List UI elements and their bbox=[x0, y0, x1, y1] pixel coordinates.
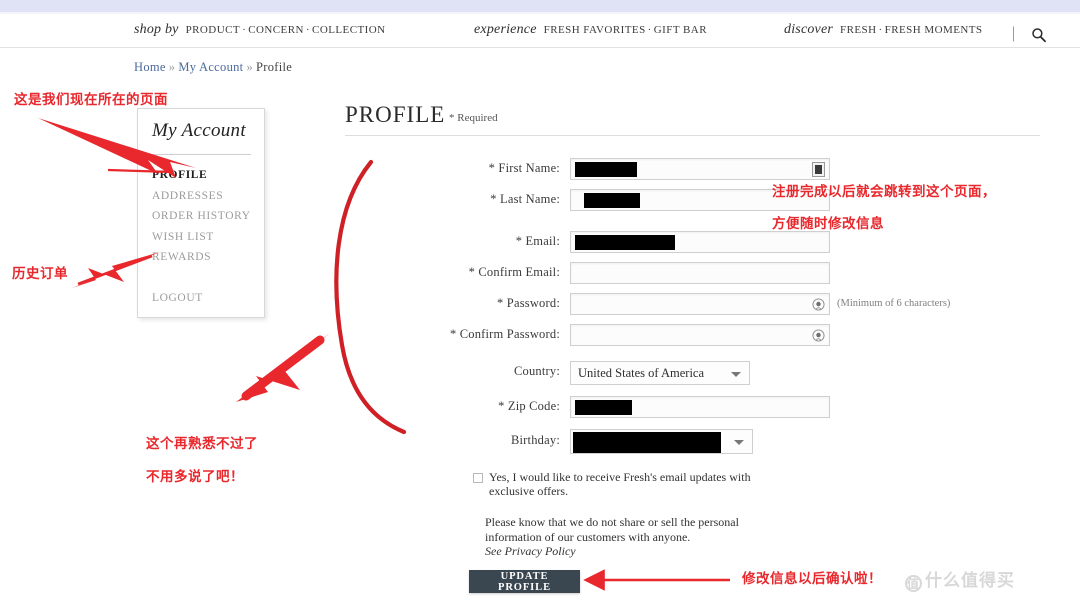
label-first-name: * First Name: bbox=[488, 161, 560, 175]
field-row-country: Country: United States of America bbox=[345, 361, 1045, 385]
nav-link-product[interactable]: PRODUCT bbox=[186, 24, 241, 36]
confirm-email-input[interactable] bbox=[570, 262, 830, 284]
field-row-zip-code: * Zip Code: bbox=[345, 396, 1045, 418]
redaction-bar bbox=[584, 193, 640, 208]
field-row-birthday: Birthday: bbox=[345, 429, 1045, 454]
first-name-input[interactable] bbox=[570, 158, 830, 180]
password-reveal-icon[interactable] bbox=[812, 328, 825, 343]
password-hint: (Minimum of 6 characters) bbox=[837, 298, 951, 309]
chevron-down-icon bbox=[734, 440, 744, 445]
site-header: shop by PRODUCT · CONCERN · COLLECTION experi… bbox=[0, 14, 1080, 48]
site-watermark: 值什么值得买 bbox=[905, 566, 1015, 592]
label-birthday: Birthday: bbox=[510, 433, 560, 447]
sidebar-item-order-history[interactable]: ORDER HISTORY bbox=[152, 206, 262, 227]
nav-separator: · bbox=[305, 24, 311, 36]
nav-link-gift-bar[interactable]: GIFT BAR bbox=[654, 24, 707, 36]
email-optin-checkbox[interactable] bbox=[473, 473, 483, 483]
sidebar-title: My Account bbox=[152, 120, 246, 141]
password-input[interactable] bbox=[570, 293, 830, 315]
password-reveal-icon[interactable] bbox=[812, 297, 825, 312]
annotation-current-page: 这是我们现在所在的页面 bbox=[14, 92, 168, 107]
update-profile-button[interactable]: UPDATE PROFILE bbox=[469, 570, 580, 593]
privacy-notice-text: Please know that we do not share or sell… bbox=[485, 515, 739, 544]
nav-script-shop-by: shop by bbox=[134, 22, 179, 37]
sidebar-item-rewards[interactable]: REWARDS bbox=[152, 247, 262, 268]
sidebar-item-logout[interactable]: LOGOUT bbox=[152, 288, 262, 309]
breadcrumb-separator: » bbox=[246, 60, 254, 74]
nav-separator: · bbox=[242, 24, 247, 36]
field-row-first-name: * First Name: bbox=[345, 158, 1045, 180]
nav-separator: · bbox=[878, 24, 883, 36]
zip-code-input[interactable] bbox=[570, 396, 830, 418]
label-confirm-email: * Confirm Email: bbox=[468, 265, 560, 279]
sidebar-menu: PROFILE ADDRESSES ORDER HISTORY WISH LIS… bbox=[152, 165, 262, 308]
redaction-bar bbox=[575, 400, 632, 415]
nav-group-shop-by: shop by PRODUCT · CONCERN · COLLECTION bbox=[134, 20, 386, 38]
breadcrumb-item-home[interactable]: Home bbox=[134, 60, 166, 74]
sidebar-item-profile[interactable]: PROFILE bbox=[152, 165, 262, 186]
field-row-last-name: * Last Name: bbox=[345, 189, 1045, 211]
chevron-down-icon bbox=[731, 372, 741, 377]
birthday-select[interactable] bbox=[570, 429, 753, 454]
country-select[interactable]: United States of America bbox=[570, 361, 750, 385]
label-password: * Password: bbox=[497, 296, 560, 310]
watermark-text: 什么值得买 bbox=[925, 571, 1015, 590]
nav-divider bbox=[1013, 26, 1014, 42]
watermark-logo-icon: 值 bbox=[905, 575, 922, 592]
title-divider bbox=[345, 135, 1040, 136]
annotation-confirm: 修改信息以后确认啦！ bbox=[742, 571, 882, 586]
nav-group-experience: experience FRESH FAVORITES · GIFT BAR bbox=[474, 20, 707, 38]
page-title: PROFILE bbox=[345, 102, 446, 127]
field-row-password: * Password: (Minimum of 6 characters) bbox=[345, 293, 1045, 315]
nav-link-concern[interactable]: CONCERN bbox=[248, 24, 304, 36]
privacy-notice: Please know that we do not share or sell… bbox=[485, 515, 785, 559]
breadcrumb-item-profile: Profile bbox=[256, 60, 293, 74]
nav-group-discover: discover FRESH · FRESH MOMENTS bbox=[784, 20, 983, 38]
email-input[interactable] bbox=[570, 231, 830, 253]
redaction-bar bbox=[575, 162, 637, 177]
country-selected-value: United States of America bbox=[578, 366, 705, 380]
my-account-sidebar: My Account PROFILE ADDRESSES ORDER HISTO… bbox=[137, 108, 265, 318]
confirm-password-input[interactable] bbox=[570, 324, 830, 346]
breadcrumb-item-my-account[interactable]: My Account bbox=[178, 60, 243, 74]
nav-script-experience: experience bbox=[474, 22, 537, 37]
label-zip-code: * Zip Code: bbox=[498, 399, 560, 413]
label-confirm-password: * Confirm Password: bbox=[449, 327, 560, 341]
label-country: Country: bbox=[513, 364, 560, 378]
last-name-input[interactable] bbox=[570, 189, 830, 211]
annotation-order-history: 历史订单 bbox=[12, 266, 68, 281]
nav-link-fresh[interactable]: FRESH bbox=[840, 24, 877, 36]
sidebar-item-addresses[interactable]: ADDRESSES bbox=[152, 186, 262, 207]
sidebar-divider bbox=[151, 154, 251, 155]
email-optin-label: Yes, I would like to receive Fresh's ema… bbox=[489, 470, 751, 498]
nav-separator: · bbox=[647, 24, 652, 36]
redaction-bar bbox=[575, 235, 675, 250]
breadcrumb-separator: » bbox=[168, 60, 176, 74]
profile-fields: * First Name: * Last Name: * Email: * Co… bbox=[345, 158, 1045, 463]
redaction-bar bbox=[573, 432, 721, 453]
required-note: * Required bbox=[449, 112, 498, 124]
nav-link-collection[interactable]: COLLECTION bbox=[312, 24, 386, 36]
annotation-familiar-line1: 这个再熟悉不过了 bbox=[146, 436, 258, 451]
annotation-familiar-line2: 不用多说了吧！ bbox=[146, 469, 244, 484]
field-row-email: * Email: bbox=[345, 231, 1045, 253]
label-last-name: * Last Name: bbox=[490, 192, 560, 206]
privacy-policy-link[interactable]: See Privacy Policy bbox=[485, 544, 576, 558]
nav-link-fresh-favorites[interactable]: FRESH FAVORITES bbox=[544, 24, 646, 36]
label-email: * Email: bbox=[515, 234, 560, 248]
nav-script-discover: discover bbox=[784, 22, 834, 37]
field-row-confirm-password: * Confirm Password: bbox=[345, 324, 1045, 346]
nav-link-fresh-moments[interactable]: FRESH MOMENTS bbox=[885, 24, 983, 36]
id-card-icon[interactable] bbox=[812, 162, 825, 177]
sidebar-item-wish-list[interactable]: WISH LIST bbox=[152, 227, 262, 248]
field-row-confirm-email: * Confirm Email: bbox=[345, 262, 1045, 284]
search-icon[interactable] bbox=[1031, 27, 1047, 43]
browser-chrome-strip bbox=[0, 0, 1080, 12]
breadcrumb: Home» My Account» Profile bbox=[134, 60, 292, 75]
field-spacer bbox=[345, 220, 1045, 231]
